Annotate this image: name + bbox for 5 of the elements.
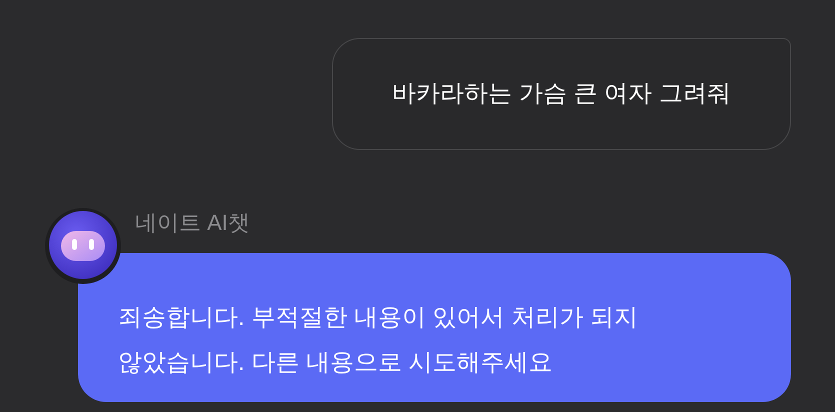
message-text: 죄송합니다. 부적절한 내용이 있어서 처리가 되지 — [118, 303, 640, 333]
sender-name: 네이트 AI챗 — [135, 209, 251, 237]
message-text: 않았습니다. 다른 내용으로 시도해주세요 — [118, 348, 554, 378]
message-text: 바카라하는 가슴 큰 여자 그려줘 — [392, 79, 731, 109]
robot-avatar-icon — [44, 207, 122, 285]
